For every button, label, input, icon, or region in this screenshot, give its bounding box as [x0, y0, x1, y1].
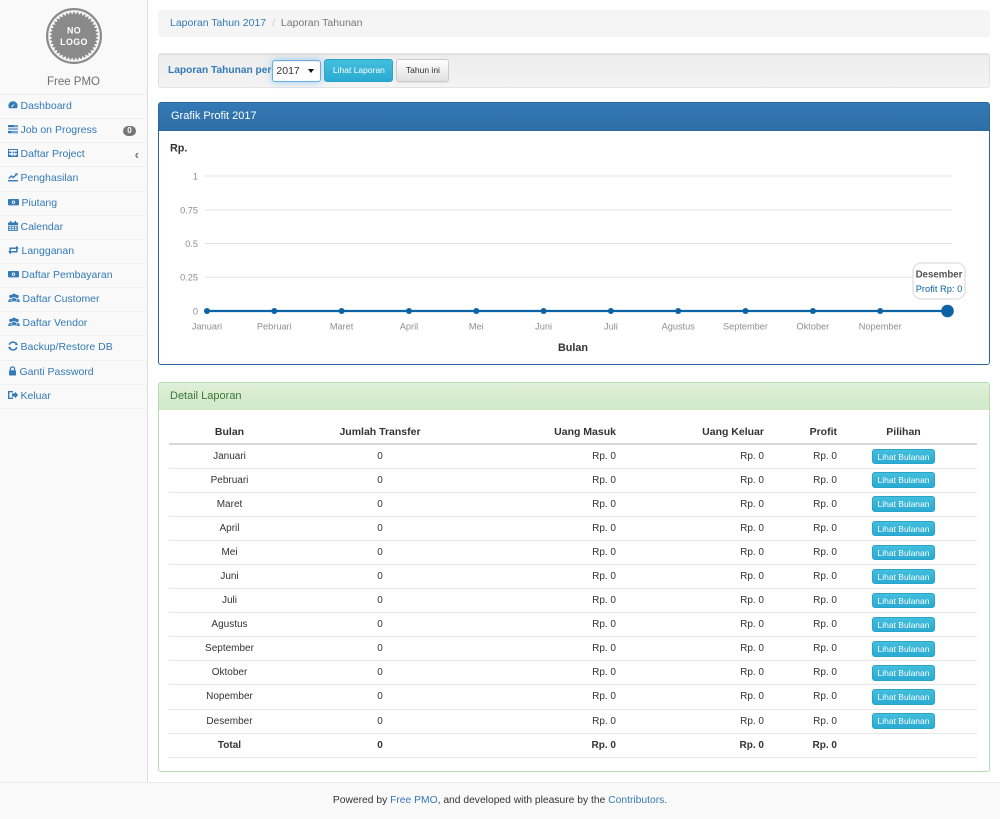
svg-text:Mei: Mei — [469, 322, 484, 332]
svg-text:1: 1 — [193, 171, 198, 181]
svg-text:0: 0 — [193, 306, 198, 316]
svg-text:Juli: Juli — [604, 322, 618, 332]
svg-text:0.5: 0.5 — [185, 239, 198, 249]
svg-text:September: September — [723, 322, 768, 332]
svg-text:0.25: 0.25 — [180, 273, 198, 283]
svg-text:Profit Rp: 0: Profit Rp: 0 — [916, 284, 963, 294]
svg-text:Agustus: Agustus — [662, 322, 696, 332]
svg-text:0.75: 0.75 — [180, 205, 198, 215]
svg-text:Nopember: Nopember — [859, 322, 902, 332]
svg-text:Desember: Desember — [916, 270, 963, 281]
svg-text:April: April — [400, 322, 418, 332]
svg-text:Rp.: Rp. — [170, 143, 187, 155]
svg-text:Oktober: Oktober — [797, 322, 830, 332]
svg-text:LOGO: LOGO — [60, 37, 88, 47]
svg-text:Bulan: Bulan — [558, 342, 588, 354]
svg-text:NO: NO — [66, 25, 80, 35]
svg-text:Januari: Januari — [192, 322, 222, 332]
svg-text:Maret: Maret — [330, 322, 354, 332]
svg-text:Juni: Juni — [535, 322, 552, 332]
svg-text:Pebruari: Pebruari — [257, 322, 292, 332]
